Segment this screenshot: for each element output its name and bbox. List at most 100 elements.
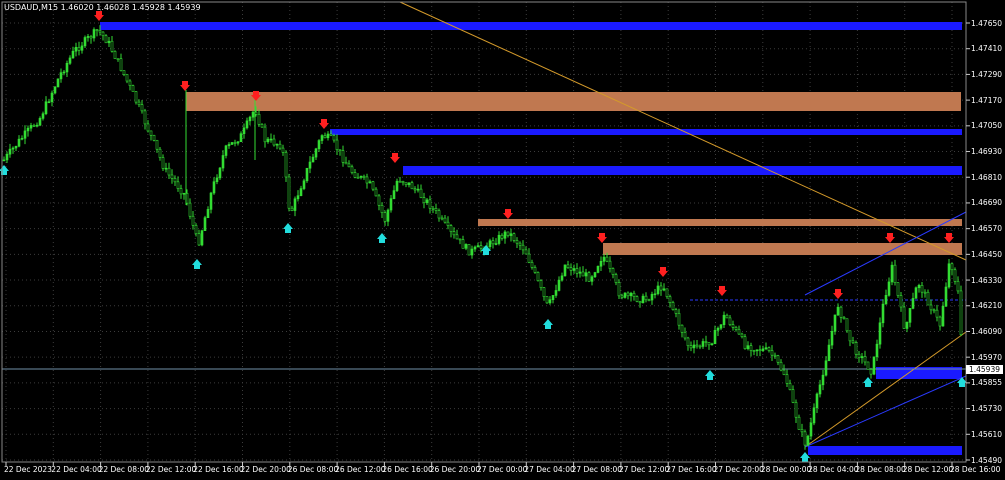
candle-body — [608, 260, 612, 269]
candle-body — [20, 137, 24, 140]
candle-body — [437, 210, 441, 219]
candle-body — [587, 272, 591, 282]
zones — [100, 22, 962, 455]
candle-body — [956, 281, 960, 292]
candle-body — [602, 256, 606, 262]
time-tick-label: 27 Dec 20:00 — [713, 465, 764, 474]
candle-body — [389, 198, 393, 211]
candle-body — [407, 182, 411, 186]
candle-body — [692, 344, 696, 349]
candle-body — [650, 293, 654, 301]
candle-body — [122, 70, 126, 75]
candle-body — [809, 422, 813, 437]
candle-body — [296, 195, 300, 200]
candle-body — [872, 356, 876, 375]
candle-body — [239, 133, 243, 143]
candle-body — [11, 147, 15, 150]
candle-body — [125, 74, 129, 82]
candle-body — [299, 188, 303, 196]
candle-body — [476, 245, 480, 248]
candle-body — [95, 29, 99, 31]
down-arrow-icon — [658, 267, 668, 277]
candle-body — [338, 149, 342, 151]
candle-body — [839, 306, 843, 318]
candle-body — [404, 182, 408, 186]
candle-body — [170, 174, 174, 179]
candle-body — [74, 46, 78, 52]
candle-body — [788, 383, 792, 390]
candle-body — [662, 288, 666, 291]
candle-body — [341, 150, 345, 163]
candle-body — [80, 45, 84, 51]
price-tick-label: 1.46930 — [971, 147, 1003, 157]
candle-body — [368, 181, 372, 184]
candle-body — [398, 180, 402, 183]
candle-body — [773, 354, 777, 357]
time-tick-label: 22 Dec 04:00 — [51, 465, 102, 474]
candle-body — [506, 231, 510, 236]
candle-body — [917, 285, 921, 289]
candle-body — [779, 361, 783, 371]
candle-body — [755, 349, 759, 352]
candle-body — [623, 292, 627, 298]
candle-body — [704, 341, 708, 343]
candle-body — [413, 188, 417, 191]
candle-body — [701, 341, 705, 347]
grid — [2, 2, 966, 462]
time-tick-label: 26 Dec 20:00 — [429, 465, 481, 474]
candle-body — [419, 188, 423, 198]
candle-body — [113, 50, 117, 59]
candle-body — [620, 295, 624, 298]
candle-body — [5, 153, 9, 161]
candle-body — [209, 192, 213, 210]
candle-body — [941, 305, 945, 327]
chart-window[interactable]: USDAUD,M15 1.46020 1.46028 1.45928 1.459… — [0, 0, 1005, 480]
candle-body — [752, 350, 756, 352]
price-chart[interactable] — [0, 0, 1005, 480]
candle-body — [167, 167, 171, 176]
candle-body — [473, 246, 477, 250]
candle-body — [740, 333, 744, 338]
candle-body — [530, 262, 534, 268]
candle-body — [908, 308, 912, 323]
candle-body — [566, 264, 570, 268]
candle-body — [221, 155, 225, 169]
candle-body — [491, 240, 495, 245]
candle-body — [803, 431, 807, 446]
price-tick-label: 1.45855 — [971, 378, 1003, 388]
candle-body — [539, 280, 543, 288]
demand-zone — [403, 166, 962, 175]
candle-body — [605, 256, 609, 262]
candle-body — [731, 324, 735, 328]
candle-body — [224, 145, 228, 156]
candle-body — [158, 148, 162, 158]
price-tick-label: 1.46450 — [971, 249, 1003, 259]
candle-body — [98, 30, 102, 33]
candle-body — [902, 306, 906, 329]
candle-body — [797, 416, 801, 430]
candle-body — [275, 143, 279, 146]
candle-body — [854, 342, 858, 355]
candle-body — [347, 163, 351, 168]
candle-body — [41, 113, 45, 119]
price-tick-label: 1.45490 — [971, 455, 1003, 465]
candle-body — [920, 285, 924, 293]
candle-body — [86, 36, 90, 38]
candle-body — [323, 135, 327, 139]
candle-body — [302, 180, 306, 189]
candle-body — [230, 142, 234, 145]
candle-body — [776, 355, 780, 363]
candle-body — [725, 314, 729, 319]
candle-body — [35, 124, 39, 127]
candle-body — [395, 180, 399, 191]
candle-body — [449, 225, 453, 232]
candle-body — [764, 347, 768, 350]
candle-body — [812, 407, 816, 424]
candle-body — [92, 29, 96, 39]
time-tick-label: 28 Dec 04:00 — [808, 465, 859, 474]
candle-body — [59, 72, 63, 80]
candle-body — [461, 239, 465, 249]
candle-body — [359, 175, 363, 178]
candle-body — [563, 264, 567, 277]
down-arrow-icon — [885, 233, 895, 243]
